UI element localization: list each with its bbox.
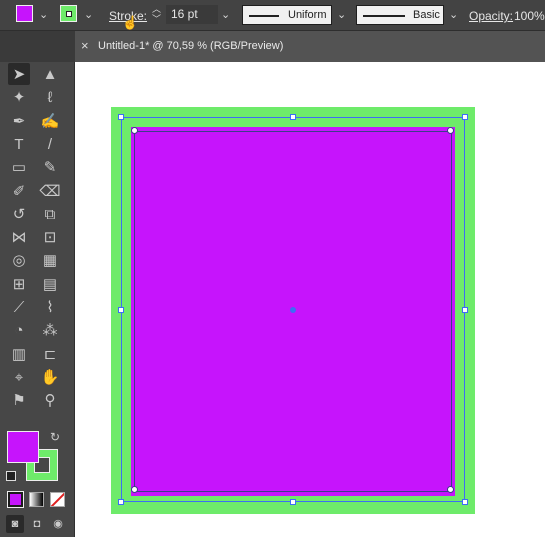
center-point[interactable] [290,307,296,313]
handle-bottom-right[interactable] [462,499,468,505]
control-bar: ⌄ ⌄ Stroke: ☝ ︿ ﹀ 16 pt ⌄ Uniform ⌄ Basi… [0,0,545,31]
eyedropper-tool[interactable]: ⟋ [8,296,30,318]
stroke-weight-stepper[interactable]: ︿ ﹀ [152,4,161,24]
stroke-swatch-inner-icon [66,11,72,17]
line-segment-tool[interactable]: / [39,133,61,155]
fill-swatch[interactable] [16,5,33,22]
anchor-point-top-left[interactable] [131,127,138,134]
handle-bottom-center[interactable] [290,499,296,505]
rectangle-tool[interactable]: ▭ [8,156,30,178]
type-tool[interactable]: T [8,133,30,155]
shape-builder-tool[interactable]: ◎ [8,249,30,271]
gradient-tool[interactable]: ▤ [39,273,61,295]
anchor-point-top-right[interactable] [447,127,454,134]
document-tab-bar: × Untitled-1* @ 70,59 % (RGB/Preview) [0,31,545,62]
variable-width-profile-select[interactable]: Uniform [242,5,332,25]
cursor-pointer-icon: ☝ [122,15,139,30]
handle-top-right[interactable] [462,114,468,120]
color-mode-button[interactable] [7,491,24,508]
document-tab[interactable]: × Untitled-1* @ 70,59 % (RGB/Preview) [75,31,545,62]
column-graph-tool[interactable]: ▥ [8,343,30,365]
anchor-point-bottom-right[interactable] [447,486,454,493]
draw-behind-button[interactable]: ◘ [28,515,46,533]
brush-label: Basic [413,9,440,21]
symbol-sprayer-tool[interactable]: ⁂ [39,319,61,341]
width-tool[interactable]: ⋈ [8,226,30,248]
curvature-tool[interactable]: ✍ [39,110,61,132]
none-slash-icon [51,493,64,506]
handle-top-center[interactable] [290,114,296,120]
gradient-mode-button[interactable] [29,492,44,507]
fill-color-large[interactable] [7,431,39,463]
document-tab-title: Untitled-1* @ 70,59 % (RGB/Preview) [98,40,284,52]
chevron-down-icon[interactable]: ﹀ [152,14,161,24]
stroke-weight-input[interactable]: 16 pt [166,5,218,24]
perspective-grid-tool[interactable]: ▦ [39,249,61,271]
direct-selection-tool[interactable]: ▲ [39,63,61,85]
hand-tool[interactable]: ✋ [39,366,61,388]
measure-tool[interactable]: ⌇ [39,296,61,318]
profile-dropdown-chevron-icon[interactable]: ⌄ [337,8,346,22]
eraser-tool[interactable]: ⌫ [39,180,61,202]
artboard-canvas[interactable] [75,62,545,537]
lasso-tool[interactable]: ℓ [39,86,61,108]
handle-middle-left[interactable] [118,307,124,313]
fill-dropdown-chevron-icon[interactable]: ⌄ [39,8,48,22]
scale-tool[interactable]: ⧉ [39,203,61,225]
handle-top-left[interactable] [118,114,124,120]
draw-inside-button[interactable]: ◉ [49,515,67,533]
chevron-up-icon[interactable]: ︿ [152,4,161,14]
anchor-point-bottom-left[interactable] [131,486,138,493]
slice-tool[interactable]: ⌖ [8,366,30,388]
default-fill-stroke-icon[interactable] [6,471,16,481]
handle-bottom-left[interactable] [118,499,124,505]
paintbrush-tool[interactable]: ✎ [39,156,61,178]
zoom-tool[interactable]: ⚑ [8,389,30,411]
swap-fill-stroke-icon[interactable]: ↻ [50,430,60,444]
none-mode-button[interactable] [50,492,65,507]
brush-line-preview [363,15,405,17]
stroke-weight-dropdown-chevron-icon[interactable]: ⌄ [221,8,230,22]
mesh-tool[interactable]: ⊞ [8,273,30,295]
opacity-input[interactable]: 100% [514,9,545,23]
profile-line-preview [249,15,279,17]
selection-tool[interactable]: ➤ [8,63,30,85]
handle-middle-right[interactable] [462,307,468,313]
brush-dropdown-chevron-icon[interactable]: ⌄ [449,8,458,22]
opacity-label[interactable]: Opacity: [469,9,513,23]
magnify-tool[interactable]: ⚲ [39,389,61,411]
magic-wand-tool[interactable]: ✦ [8,86,30,108]
brush-definition-select[interactable]: Basic [356,5,444,25]
rotate-tool[interactable]: ↺ [8,203,30,225]
stroke-dropdown-chevron-icon[interactable]: ⌄ [84,8,93,22]
shaper-tool[interactable]: ✐ [8,180,30,202]
tools-panel: ‹‹ ➤▲✦ℓ✒✍T/▭✎✐⌫↺⧉⋈⊡◎▦⊞▤⟋⌇◔⁂▥⊏⌖✋⚑⚲ ↻ ◙ ◘ … [0,31,75,537]
close-icon[interactable]: × [81,38,89,53]
stroke-swatch[interactable] [60,5,77,22]
pen-tool[interactable]: ✒ [8,110,30,132]
draw-normal-button[interactable]: ◙ [6,515,24,533]
blend-tool[interactable]: ◔ [8,319,30,341]
artboard-tool[interactable]: ⊏ [39,343,61,365]
free-transform-tool[interactable]: ⊡ [39,226,61,248]
profile-label: Uniform [288,9,327,21]
